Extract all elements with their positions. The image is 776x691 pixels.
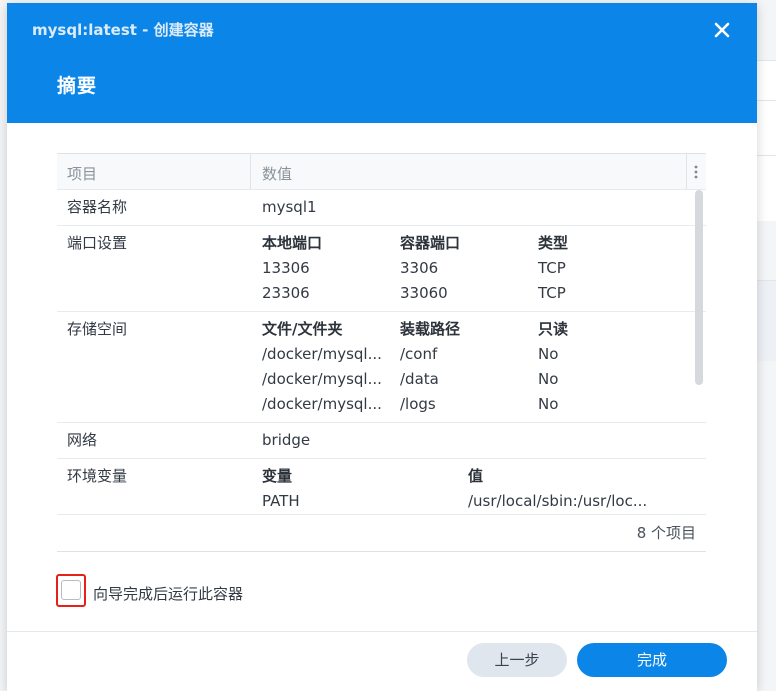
table-row: 容器名称 mysql1 [57, 190, 706, 226]
row-value: mysql1 [262, 198, 317, 216]
port-cell: 23306 [262, 284, 310, 302]
row-label: 存储空间 [67, 320, 128, 338]
storage-cell: No [538, 345, 559, 363]
storage-cell: No [538, 370, 559, 388]
subheader-variable: 变量 [262, 467, 293, 485]
row-label: 端口设置 [67, 234, 128, 252]
table-row: 存储空间 文件/文件夹 装载路径 只读 /docker/mysql... /co… [57, 312, 706, 423]
table-row: 环境变量 变量 值 PATH /usr/local/sbin:/usr/loc.… [57, 459, 706, 515]
table-row: 网络 bridge [57, 423, 706, 459]
finish-button[interactable]: 完成 [577, 643, 727, 677]
storage-cell: No [538, 395, 559, 413]
subheader-read-only: 只读 [538, 320, 569, 338]
row-label: 容器名称 [67, 198, 128, 216]
port-cell: TCP [538, 284, 566, 302]
port-cell: 33060 [400, 284, 448, 302]
run-after-wizard-checkbox[interactable] [61, 580, 81, 600]
run-after-wizard-label[interactable]: 向导完成后运行此容器 [93, 583, 243, 604]
storage-cell: /logs [400, 395, 436, 413]
close-button[interactable] [707, 15, 737, 45]
storage-cell: /conf [400, 345, 438, 363]
row-label: 环境变量 [67, 467, 128, 485]
close-icon [714, 22, 730, 38]
table-row: 端口设置 本地端口 容器端口 类型 13306 3306 TCP 23306 3… [57, 226, 706, 312]
page-title: 摘要 [57, 75, 98, 97]
column-header-item[interactable]: 项目 [67, 163, 97, 184]
row-label: 网络 [67, 431, 98, 449]
port-cell: TCP [538, 259, 566, 277]
footer-divider [7, 631, 757, 632]
storage-cell: /docker/mysql... [262, 345, 382, 363]
storage-cell: /docker/mysql... [262, 395, 382, 413]
item-count: 8 个项目 [636, 524, 696, 542]
more-vertical-icon [694, 165, 698, 179]
create-container-dialog: mysql:latest - 创建容器 摘要 项目 数值 容器名称 mysql1… [7, 3, 757, 691]
subheader-mount-path: 装载路径 [400, 320, 461, 338]
summary-table: 项目 数值 容器名称 mysql1 端口设置 本地端口 容器端口 类型 1330… [57, 153, 706, 552]
subheader-local-port: 本地端口 [262, 234, 323, 252]
subheader-file-folder: 文件/文件夹 [262, 320, 343, 338]
storage-cell: /docker/mysql... [262, 370, 382, 388]
column-menu-button[interactable] [687, 154, 706, 189]
column-divider[interactable] [250, 154, 251, 189]
table-scrollbar[interactable] [695, 190, 703, 385]
subheader-type: 类型 [538, 234, 569, 252]
env-cell: /usr/local/sbin:/usr/loc... [468, 492, 648, 510]
subheader-container-port: 容器端口 [400, 234, 461, 252]
back-button[interactable]: 上一步 [467, 643, 567, 677]
env-cell: PATH [262, 492, 300, 510]
subheader-value: 值 [468, 467, 484, 485]
dialog-title: mysql:latest - 创建容器 [32, 21, 214, 39]
column-header-value[interactable]: 数值 [262, 163, 292, 184]
dialog-header: mysql:latest - 创建容器 摘要 [7, 3, 757, 123]
row-value: bridge [262, 431, 311, 449]
table-header: 项目 数值 [57, 154, 706, 190]
port-cell: 13306 [262, 259, 310, 277]
storage-cell: /data [400, 370, 439, 388]
port-cell: 3306 [400, 259, 439, 277]
